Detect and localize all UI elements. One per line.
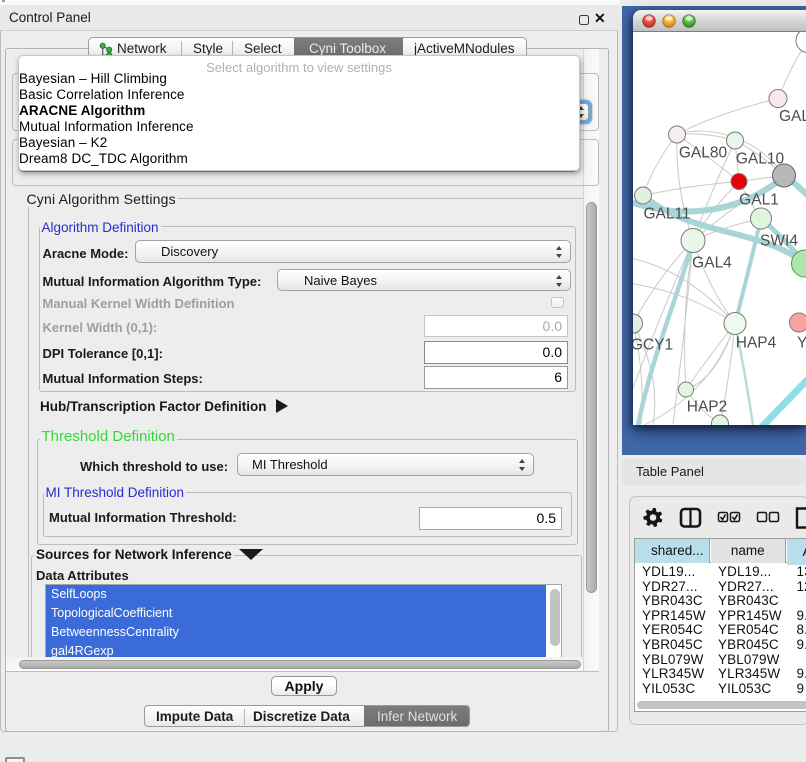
svg-text:GAL11: GAL11	[643, 205, 690, 222]
svg-text:GAL: GAL	[779, 108, 806, 125]
svg-text:GAL4: GAL4	[692, 254, 732, 271]
svg-text:GAL1: GAL1	[739, 191, 779, 208]
svg-text:GAL10: GAL10	[736, 150, 785, 167]
svg-text:GCY1: GCY1	[633, 336, 673, 353]
svg-text:HAP4: HAP4	[736, 334, 777, 351]
svg-text:GAL80: GAL80	[679, 144, 728, 161]
svg-text:HAP2: HAP2	[687, 398, 728, 415]
svg-text:SWI4: SWI4	[760, 232, 798, 249]
svg-text:Y: Y	[797, 334, 806, 351]
